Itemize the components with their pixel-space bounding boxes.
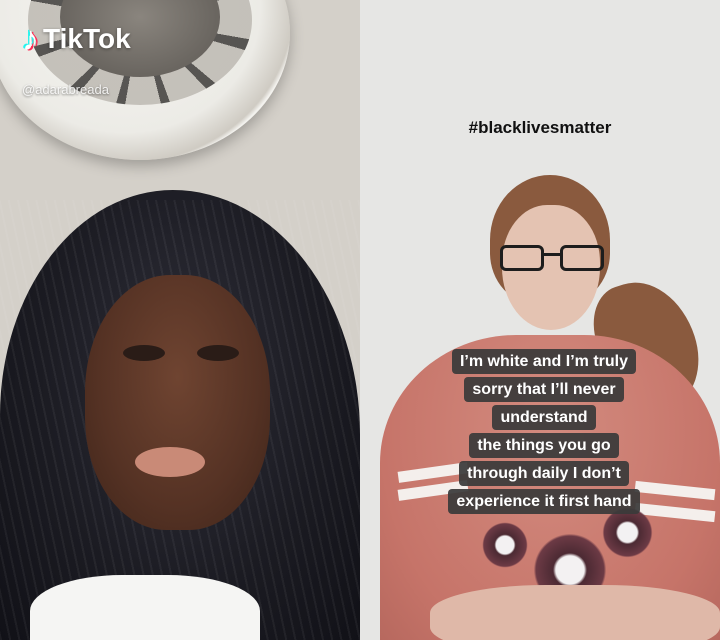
glasses-lens: [560, 245, 604, 271]
creator-handle: @adarabreada: [22, 82, 109, 97]
tiktok-wordmark: TikTok: [43, 23, 131, 54]
caption-line: understand: [492, 405, 596, 430]
right-eye: [197, 345, 239, 361]
right-video-panel: [360, 0, 720, 640]
flower-print: [480, 520, 530, 570]
glasses-lens: [500, 245, 544, 271]
caption-line: the things you go: [469, 433, 619, 458]
lips: [135, 447, 205, 477]
white-top: [30, 575, 260, 640]
caption-overlay: I’m white and I’m truly sorry that I’ll …: [428, 349, 660, 514]
left-person-face: [85, 275, 270, 530]
hashtag-label: #blacklivesmatter: [468, 118, 612, 137]
caption-line: experience it first hand: [448, 489, 640, 514]
left-eye: [123, 345, 165, 361]
caption-line: through daily I don’t: [459, 461, 629, 486]
glasses: [500, 245, 604, 273]
caption-line: I’m white and I’m truly: [451, 349, 637, 374]
tiktok-note-icon: ♪: [22, 20, 39, 58]
hands: [430, 585, 720, 640]
glasses-bridge: [544, 253, 560, 256]
caption-line: sorry that I’ll never: [464, 377, 624, 402]
tiktok-watermark: ♪ TikTok: [22, 22, 131, 56]
